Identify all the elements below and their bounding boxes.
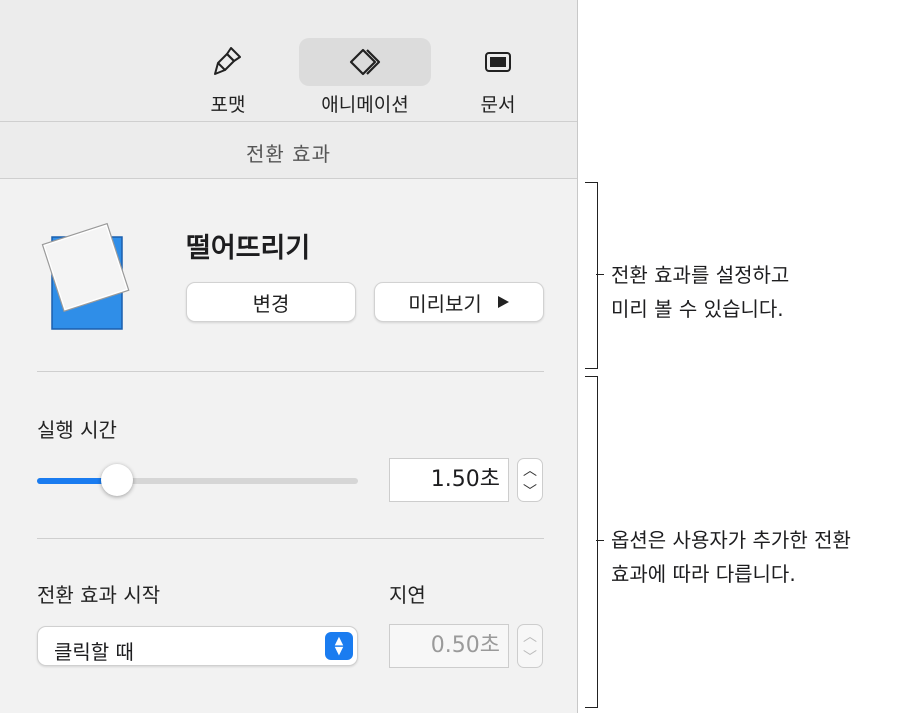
document-tab-label: 문서 [480, 94, 516, 116]
divider [37, 538, 544, 539]
document-icon [466, 42, 530, 82]
duration-slider-knob[interactable] [101, 464, 133, 496]
change-button-label: 변경 [252, 291, 290, 316]
stepper-up-icon[interactable]: ︿ [523, 460, 537, 480]
callout-top-line2: 미리 볼 수 있습니다. [611, 297, 784, 321]
section-title: 전환 효과 [246, 142, 331, 166]
delay-label: 지연 [389, 583, 426, 607]
transition-name: 떨어뜨리기 [186, 233, 311, 264]
callout-bottom: 옵션은 사용자가 추가한 전환 효과에 따라 다릅니다. [611, 523, 851, 591]
duration-label: 실행 시간 [37, 418, 117, 442]
transition-thumbnail [30, 217, 140, 337]
inspector-toolbar: 포맷 애니메이션 문서 [0, 0, 577, 122]
inspector-panel: 포맷 애니메이션 문서 전환 효과 떨어뜨리기 변경 미리보기 실행 시간 1.… [0, 0, 578, 713]
divider [37, 371, 544, 372]
paintbrush-icon [196, 42, 260, 82]
document-tab[interactable]: 문서 [466, 38, 530, 116]
delay-field: 0.50초 [389, 624, 509, 668]
callout-top-line1: 전환 효과를 설정하고 [611, 263, 790, 287]
callout-bracket-top [585, 182, 604, 369]
stepper-up-icon: ︿ [523, 628, 537, 645]
format-tab-label: 포맷 [210, 94, 246, 116]
bracket-tick [596, 274, 604, 275]
duration-field[interactable]: 1.50초 [389, 458, 509, 502]
animate-tab-label: 애니메이션 [321, 94, 409, 116]
stepper-down-icon: ﹀ [523, 649, 537, 666]
start-popup[interactable]: 클릭할 때 ▲ ▼ [37, 626, 358, 666]
start-label: 전환 효과 시작 [37, 583, 161, 607]
callout-top: 전환 효과를 설정하고 미리 볼 수 있습니다. [611, 258, 789, 326]
preview-button[interactable]: 미리보기 [374, 282, 544, 322]
duration-slider[interactable] [37, 464, 358, 496]
preview-button-label: 미리보기 [408, 291, 482, 316]
stepper-down-icon[interactable]: ﹀ [523, 481, 537, 501]
start-popup-value: 클릭할 때 [54, 640, 134, 664]
change-button[interactable]: 변경 [186, 282, 356, 322]
callout-bottom-line1: 옵션은 사용자가 추가한 전환 [611, 528, 851, 552]
animate-diamond-icon [299, 42, 431, 82]
format-tab[interactable]: 포맷 [196, 38, 260, 116]
popup-arrows-icon: ▲ ▼ [325, 632, 353, 660]
transition-settings: 떨어뜨리기 변경 미리보기 실행 시간 1.50초 ︿ ﹀ 전환 효과 시작 지… [0, 179, 577, 713]
callout-bracket-bottom [585, 376, 604, 708]
section-header: 전환 효과 [0, 122, 577, 179]
duration-stepper[interactable]: ︿ ﹀ [517, 458, 543, 502]
delay-stepper: ︿ ﹀ [517, 624, 543, 668]
callout-bottom-line2: 효과에 따라 다릅니다. [611, 562, 796, 586]
play-icon [496, 290, 510, 314]
bracket-tick [596, 540, 604, 541]
animate-tab[interactable]: 애니메이션 [299, 38, 431, 116]
